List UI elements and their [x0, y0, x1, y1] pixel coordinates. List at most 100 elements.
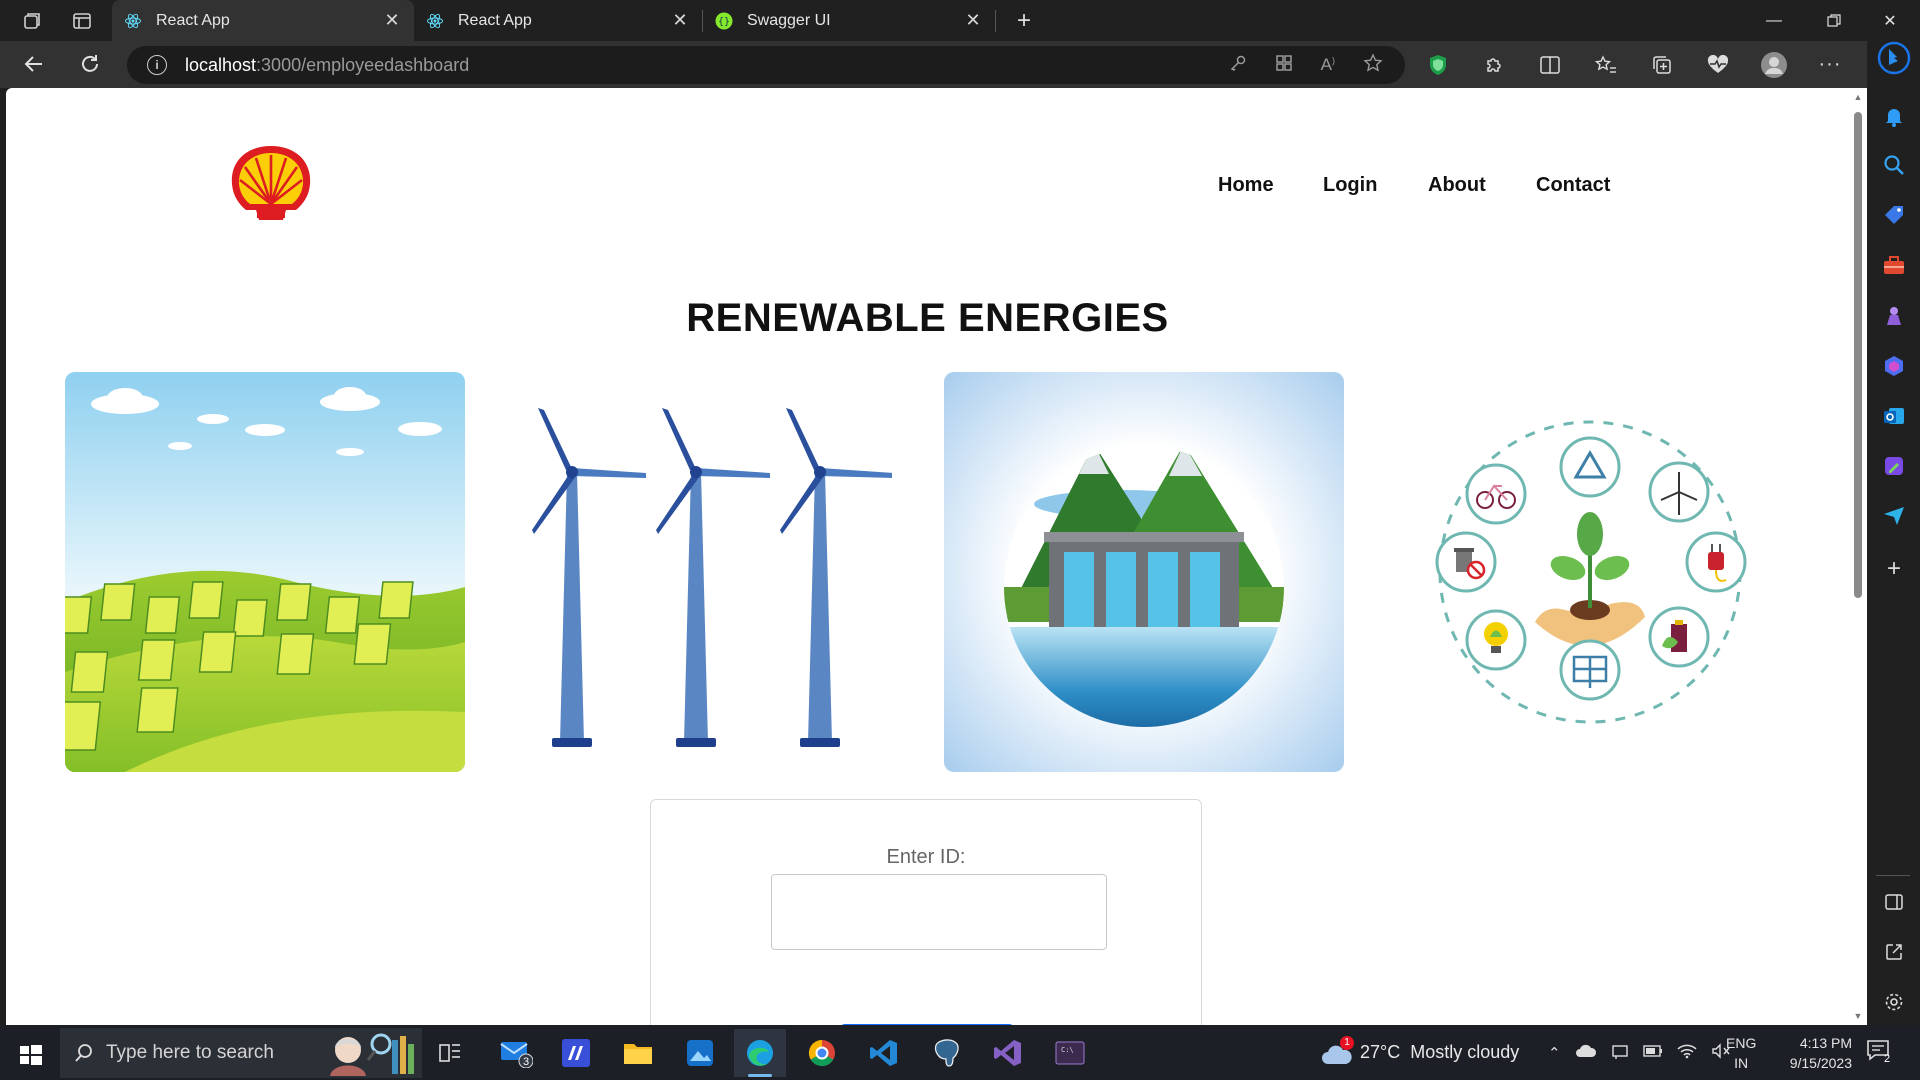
split-screen-icon[interactable]	[1532, 47, 1568, 83]
system-clock[interactable]: 4:13 PM 9/15/2023	[1762, 1033, 1852, 1073]
svg-text:C:\: C:\	[1061, 1046, 1074, 1054]
notifications-bell-icon[interactable]	[1881, 103, 1907, 129]
search-icon	[74, 1043, 94, 1063]
app-available-icon[interactable]	[1275, 54, 1293, 77]
scroll-down-arrow-icon[interactable]: ▼	[1853, 1011, 1863, 1021]
favorites-icon[interactable]	[1588, 47, 1624, 83]
scrollbar-thumb[interactable]	[1854, 112, 1862, 598]
sidebar-settings-gear-icon[interactable]	[1881, 989, 1907, 1015]
nav-link-login[interactable]: Login	[1323, 174, 1377, 197]
search-highlight-illustration	[326, 1030, 418, 1080]
postgresql-icon[interactable]	[920, 1029, 972, 1077]
browser-tab-strip: React App ✕ React App ✕ {} Swagger UI ✕ …	[0, 0, 1920, 41]
nav-link-home[interactable]: Home	[1218, 174, 1274, 197]
page-scrollbar[interactable]: ▲ ▼	[1849, 88, 1867, 1025]
games-icon[interactable]	[1881, 303, 1907, 329]
tab-separator	[995, 9, 996, 32]
tab-title: React App	[156, 11, 230, 29]
id-input[interactable]	[771, 874, 1107, 950]
send-drop-icon[interactable]	[1881, 503, 1907, 529]
tab-title: Swagger UI	[747, 11, 831, 29]
tab-title: React App	[458, 11, 532, 29]
wind-turbines-image	[492, 372, 892, 772]
notification-center-icon[interactable]: 2	[1866, 1039, 1896, 1067]
weather-widget[interactable]: 1 27°C Mostly cloudy	[1320, 1025, 1519, 1080]
notification-count: 2	[1884, 1053, 1891, 1065]
nav-link-about[interactable]: About	[1428, 174, 1486, 197]
add-sidebar-item-icon[interactable]: +	[1881, 555, 1907, 582]
clock-date: 9/15/2023	[1789, 1055, 1852, 1071]
hydro-dam-image	[944, 372, 1344, 772]
solar-panels-image	[65, 372, 465, 772]
tab-close-icon[interactable]: ✕	[963, 10, 983, 31]
favorite-star-icon[interactable]	[1363, 52, 1383, 78]
bing-copilot-icon[interactable]	[1877, 41, 1911, 75]
file-explorer-icon[interactable]	[612, 1029, 664, 1077]
page-viewport: Home Login About Contact RENEWABLE ENERG…	[6, 88, 1849, 1025]
shell-logo-icon[interactable]	[226, 142, 316, 224]
tools-briefcase-icon[interactable]	[1881, 253, 1907, 279]
photos-app-icon[interactable]	[674, 1029, 726, 1077]
windows-start-icon[interactable]	[12, 1037, 48, 1073]
search-placeholder: Type here to search	[106, 1042, 274, 1063]
browser-health-icon[interactable]	[1700, 47, 1736, 83]
language-indicator[interactable]: ENG IN	[1726, 1033, 1756, 1073]
address-bar[interactable]: i localhost:3000/employeedashboard A)	[127, 46, 1405, 84]
onedrive-cloud-icon[interactable]	[1575, 1043, 1597, 1063]
outlook-icon[interactable]	[1881, 403, 1907, 429]
designer-icon[interactable]	[1881, 453, 1907, 479]
svg-text:{}: {}	[718, 16, 730, 27]
minimize-button[interactable]: —	[1746, 0, 1802, 41]
battery-icon[interactable]	[1642, 1044, 1663, 1061]
new-tab-button[interactable]: +	[1004, 7, 1044, 35]
external-link-icon[interactable]	[1881, 939, 1907, 965]
clock-time: 4:13 PM	[1799, 1035, 1852, 1051]
scroll-up-arrow-icon[interactable]: ▲	[1853, 92, 1863, 102]
wifi-icon[interactable]	[1677, 1043, 1697, 1063]
system-tray: ⌃	[1548, 1025, 1731, 1080]
browser-essentials-shield-icon[interactable]	[1420, 47, 1456, 83]
tab-close-icon[interactable]: ✕	[382, 10, 402, 31]
visual-studio-icon[interactable]	[982, 1029, 1034, 1077]
enter-id-label: Enter ID:	[886, 846, 966, 868]
url-text[interactable]: localhost:3000/employeedashboard	[185, 55, 469, 76]
edge-browser-icon[interactable]	[734, 1029, 786, 1077]
trello-like-app-icon[interactable]	[550, 1029, 602, 1077]
swagger-icon: {}	[715, 12, 733, 30]
restore-button[interactable]	[1806, 0, 1862, 41]
password-key-icon[interactable]	[1229, 54, 1247, 77]
nav-link-contact[interactable]: Contact	[1536, 174, 1610, 197]
search-icon[interactable]	[1881, 152, 1907, 178]
extensions-icon[interactable]	[1476, 47, 1512, 83]
show-hidden-icons-chevron-icon[interactable]: ⌃	[1548, 1044, 1561, 1062]
site-info-icon[interactable]: i	[147, 55, 167, 75]
chrome-icon[interactable]	[796, 1029, 848, 1077]
read-aloud-icon[interactable]: A)	[1321, 55, 1335, 75]
tab-react-app-2[interactable]: React App ✕	[414, 0, 702, 41]
browser-toolbar: i localhost:3000/employeedashboard A) ··…	[0, 41, 1920, 88]
settings-more-icon[interactable]: ···	[1812, 47, 1848, 83]
tab-close-icon[interactable]: ✕	[670, 10, 690, 31]
tab-swagger-ui[interactable]: {} Swagger UI ✕	[703, 0, 995, 41]
terminal-icon[interactable]: C:\	[1044, 1029, 1096, 1077]
task-view-icon[interactable]	[424, 1029, 476, 1077]
windows-taskbar: Type here to search 3 C:\ 1 27°C Mostly …	[0, 1025, 1920, 1080]
mail-app-icon[interactable]: 3	[490, 1029, 542, 1077]
workspaces-icon[interactable]	[14, 6, 50, 36]
close-window-button[interactable]: ✕	[1862, 0, 1918, 41]
hide-sidebar-icon[interactable]	[1881, 889, 1907, 915]
collections-icon[interactable]	[1644, 47, 1680, 83]
edge-sidebar: +	[1867, 41, 1920, 1025]
network-status-icon[interactable]	[1611, 1042, 1629, 1064]
vscode-icon[interactable]	[858, 1029, 910, 1077]
vertical-tabs-icon[interactable]	[64, 6, 100, 36]
taskbar-search-box[interactable]: Type here to search	[60, 1028, 422, 1078]
page-title: RENEWABLE ENERGIES	[686, 296, 1169, 340]
shopping-tag-icon[interactable]	[1881, 202, 1907, 228]
active-indicator	[748, 1074, 772, 1077]
tab-react-app-1[interactable]: React App ✕	[112, 0, 414, 41]
back-button[interactable]	[16, 46, 52, 82]
refresh-button[interactable]	[72, 46, 108, 82]
microsoft-365-icon[interactable]	[1881, 353, 1907, 379]
profile-avatar[interactable]	[1756, 47, 1792, 83]
